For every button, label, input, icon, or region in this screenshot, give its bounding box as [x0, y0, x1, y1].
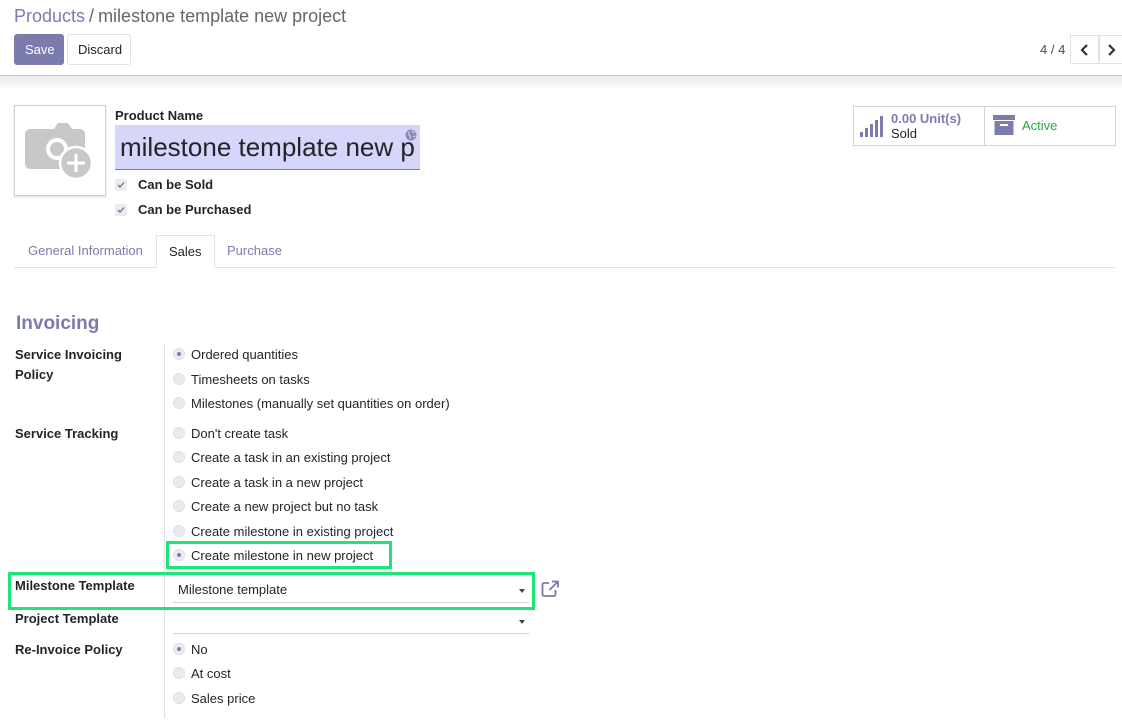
pager-value[interactable]: 4 / 4	[1040, 42, 1065, 57]
camera-add-icon	[25, 122, 94, 180]
tab-sales[interactable]: Sales	[156, 235, 215, 268]
pager-previous-button[interactable]	[1070, 35, 1099, 64]
option-dont-create-task[interactable]: Don't create task	[191, 426, 288, 441]
sold-label: Sold	[891, 126, 918, 141]
reinvoice-policy-label: Re-Invoice Policy	[15, 642, 123, 657]
radio-reinvoice-sales-price[interactable]	[173, 692, 185, 704]
invoicing-section-title: Invoicing	[16, 313, 100, 334]
chevron-right-icon	[1108, 43, 1116, 56]
option-task-existing-project[interactable]: Create a task in an existing project	[191, 450, 390, 465]
radio-reinvoice-no[interactable]	[173, 643, 185, 655]
radio-project-no-task[interactable]	[173, 500, 185, 512]
sold-stat-button[interactable]: 0.00 Unit(s) Sold	[853, 106, 985, 146]
service-tracking-label: Service Tracking	[15, 426, 119, 441]
active-label: Active	[1022, 118, 1058, 133]
discard-button[interactable]: Discard	[67, 34, 131, 65]
option-timesheets-on-tasks[interactable]: Timesheets on tasks	[191, 372, 310, 387]
sold-quantity: 0.00 Unit(s)	[891, 111, 962, 126]
radio-task-new-project[interactable]	[173, 476, 185, 488]
radio-dont-create-task[interactable]	[173, 427, 185, 439]
option-milestone-new-project[interactable]: Create milestone in new project	[191, 548, 373, 563]
option-ordered-quantities[interactable]: Ordered quantities	[191, 347, 298, 362]
radio-selected-dot	[177, 647, 181, 651]
control-panel-divider	[0, 75, 1122, 88]
checkmark-icon	[117, 182, 125, 188]
checkmark-icon	[117, 207, 125, 213]
product-image-upload[interactable]	[14, 105, 106, 196]
product-name-label: Product Name	[115, 108, 204, 123]
can-be-sold-label: Can be Sold	[138, 177, 214, 192]
option-milestones[interactable]: Milestones (manually set quantities on o…	[191, 396, 450, 411]
dropdown-caret-icon	[519, 620, 525, 624]
option-reinvoice-no[interactable]: No	[191, 642, 208, 657]
service-invoicing-policy-label: Service Invoicing Policy	[15, 347, 122, 382]
chevron-left-icon	[1079, 43, 1088, 56]
option-reinvoice-at-cost[interactable]: At cost	[191, 666, 231, 681]
tab-purchase[interactable]: Purchase	[215, 235, 294, 268]
radio-reinvoice-at-cost[interactable]	[173, 667, 185, 679]
product-name-input[interactable]: milestone template new p	[115, 125, 420, 170]
radio-ordered-quantities[interactable]	[173, 348, 185, 360]
breadcrumb-products-link[interactable]: Products	[14, 6, 85, 26]
milestone-template-value: Milestone template	[178, 582, 288, 597]
form-column-divider	[164, 344, 165, 718]
breadcrumb-current: milestone template new project	[98, 6, 347, 26]
can-be-purchased-label: Can be Purchased	[138, 202, 252, 217]
tab-general-information[interactable]: General Information	[16, 235, 155, 268]
milestone-template-select[interactable]: Milestone template	[173, 577, 529, 603]
option-milestone-existing-project[interactable]: Create milestone in existing project	[191, 524, 393, 539]
active-toggle-button[interactable]: Active	[984, 106, 1116, 146]
archive-icon	[993, 115, 1015, 135]
breadcrumb-separator: /	[89, 6, 95, 26]
radio-milestones[interactable]	[173, 397, 185, 409]
radio-milestone-existing-project[interactable]	[173, 525, 185, 537]
can-be-sold-checkbox[interactable]	[115, 179, 127, 191]
signal-bars-icon	[860, 116, 883, 137]
project-template-select[interactable]	[173, 608, 529, 634]
project-template-label: Project Template	[15, 611, 119, 626]
option-project-no-task[interactable]: Create a new project but no task	[191, 499, 378, 514]
radio-timesheets-on-tasks[interactable]	[173, 373, 185, 385]
external-link-icon[interactable]	[541, 580, 560, 598]
pager-next-button[interactable]	[1099, 35, 1122, 64]
globe-translate-icon[interactable]	[405, 129, 417, 141]
radio-milestone-new-project[interactable]	[173, 549, 185, 561]
radio-selected-dot	[177, 553, 181, 557]
breadcrumb: Products / milestone template new project	[14, 6, 346, 27]
radio-selected-dot	[177, 352, 181, 356]
milestone-template-label: Milestone Template	[15, 578, 135, 593]
dropdown-caret-icon	[519, 589, 525, 593]
option-reinvoice-sales-price[interactable]: Sales price	[191, 691, 255, 706]
radio-task-existing-project[interactable]	[173, 451, 185, 463]
save-button[interactable]: Save	[14, 34, 64, 65]
option-task-new-project[interactable]: Create a task in a new project	[191, 475, 363, 490]
can-be-purchased-checkbox[interactable]	[115, 204, 127, 216]
